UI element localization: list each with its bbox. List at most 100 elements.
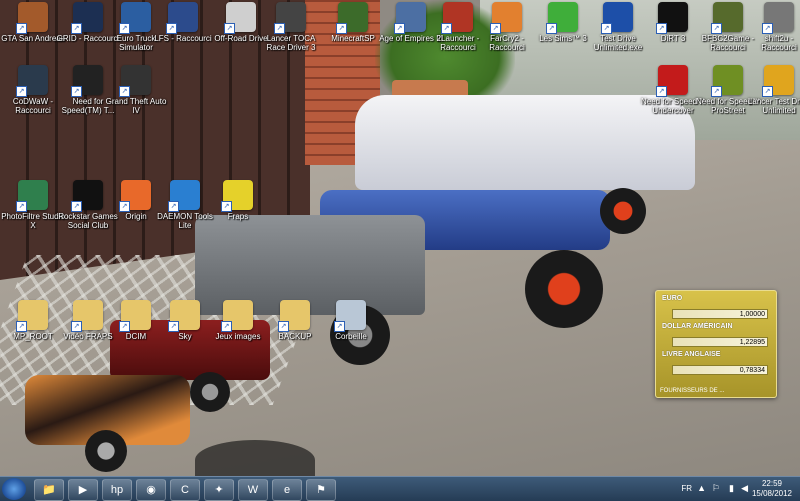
- desktop-icon[interactable]: ↗ Lancer TOCA Race Driver 3: [258, 2, 324, 52]
- shortcut-arrow-icon: ↗: [119, 23, 130, 34]
- currency-gadget[interactable]: EURO 1,00000 DOLLAR AMÉRICAIN 1,22895 LI…: [655, 290, 777, 398]
- network-app-icon[interactable]: ⚑: [306, 479, 336, 501]
- shortcut-icon: ↗: [119, 2, 151, 34]
- currency-name: LIVRE ANGLAISE: [662, 351, 721, 358]
- shortcut-arrow-icon: ↗: [441, 23, 452, 34]
- shortcut-arrow-icon: ↗: [71, 321, 82, 332]
- currency-value[interactable]: 1,00000: [672, 309, 768, 319]
- shortcut-icon: ↗: [441, 2, 473, 34]
- desktop-icon[interactable]: ↗Lancer Test Drive Unlimited: [746, 65, 800, 115]
- shortcut-icon: ↗: [221, 300, 253, 332]
- desktop-icon[interactable]: ↗ Fraps: [205, 180, 271, 221]
- desktop-icon-label: Lancer TOCA Race Driver 3: [266, 34, 316, 52]
- network-icon[interactable]: ▮: [729, 483, 734, 494]
- shortcut-icon: ↗: [16, 65, 48, 97]
- show-hidden-icons-icon[interactable]: ▲: [697, 483, 706, 493]
- desktop-icon[interactable]: ↗ MinecraftSP: [320, 2, 386, 43]
- language-indicator[interactable]: FR: [681, 484, 692, 493]
- currency-row: LIVRE ANGLAISE 0,78334: [662, 351, 770, 375]
- shortcut-arrow-icon: ↗: [71, 201, 82, 212]
- wallpaper-wheel: [525, 250, 603, 328]
- clock-time: 22:59: [761, 479, 782, 488]
- windows-explorer-icon[interactable]: 📁: [34, 479, 64, 501]
- shortcut-arrow-icon: ↗: [119, 86, 130, 97]
- wallpaper-wheel: [190, 372, 230, 412]
- desktop-icon-label: Lancer Test Drive Unlimited: [747, 97, 800, 115]
- shortcut-arrow-icon: ↗: [168, 201, 179, 212]
- shortcut-icon: ↗: [546, 2, 578, 34]
- volume-icon[interactable]: ◀: [741, 483, 748, 494]
- desktop-icon-label: Corbeille: [335, 332, 367, 341]
- shortcut-arrow-icon: ↗: [16, 86, 27, 97]
- shortcut-arrow-icon: ↗: [278, 321, 289, 332]
- desktop-icon[interactable]: ↗ Corbeille: [318, 300, 384, 341]
- shortcut-icon: ↗: [166, 2, 198, 34]
- shortcut-arrow-icon: ↗: [119, 201, 130, 212]
- shortcut-arrow-icon: ↗: [656, 23, 667, 34]
- shortcut-icon: ↗: [119, 180, 151, 212]
- currency-name: EURO: [662, 295, 683, 302]
- shortcut-arrow-icon: ↗: [16, 321, 27, 332]
- media-player-icon[interactable]: ▶: [68, 479, 98, 501]
- shortcut-arrow-icon: ↗: [168, 321, 179, 332]
- shortcut-arrow-icon: ↗: [762, 23, 773, 34]
- shortcut-arrow-icon: ↗: [656, 86, 667, 97]
- shortcut-icon: ↗: [119, 300, 151, 332]
- winrar-icon[interactable]: W: [238, 479, 268, 501]
- shortcut-icon: ↗: [762, 2, 794, 34]
- shortcut-icon: ↗: [71, 2, 103, 34]
- shortcut-icon: ↗: [168, 180, 200, 212]
- shortcut-arrow-icon: ↗: [334, 321, 345, 332]
- action-center-icon[interactable]: ⚐: [712, 483, 720, 494]
- shortcut-arrow-icon: ↗: [119, 321, 130, 332]
- clock[interactable]: 22:59 15/08/2012: [752, 479, 792, 499]
- desktop-icon-label: shift2u - Raccourci: [761, 34, 797, 52]
- shortcut-icon: ↗: [394, 2, 426, 34]
- game-app-icon[interactable]: ✦: [204, 479, 234, 501]
- shortcut-arrow-icon: ↗: [711, 23, 722, 34]
- shortcut-icon: ↗: [168, 300, 200, 332]
- shortcut-arrow-icon: ↗: [224, 23, 235, 34]
- desktop-icon-label: Fraps: [227, 212, 249, 221]
- shortcut-icon: ↗: [71, 65, 103, 97]
- shortcut-icon: ↗: [71, 180, 103, 212]
- eset-icon[interactable]: e: [272, 479, 302, 501]
- desktop-icon[interactable]: ↗ LFS - Raccourci: [150, 2, 216, 43]
- shortcut-arrow-icon: ↗: [221, 201, 232, 212]
- shortcut-arrow-icon: ↗: [221, 321, 232, 332]
- shortcut-icon: ↗: [274, 2, 306, 34]
- shortcut-arrow-icon: ↗: [762, 86, 773, 97]
- clock-date: 15/08/2012: [751, 489, 792, 498]
- shortcut-icon: ↗: [656, 2, 688, 34]
- ccleaner-icon[interactable]: C: [170, 479, 200, 501]
- desktop-icon[interactable]: ↗ shift2u - Raccourci: [746, 2, 800, 52]
- currency-row: DOLLAR AMÉRICAIN 1,22895: [662, 323, 770, 347]
- shortcut-icon: ↗: [71, 300, 103, 332]
- shortcut-icon: ↗: [16, 180, 48, 212]
- desktop-icon[interactable]: ↗ Grand Theft Auto IV: [103, 65, 169, 115]
- shortcut-icon: ↗: [711, 65, 743, 97]
- shortcut-arrow-icon: ↗: [336, 23, 347, 34]
- wallpaper-shadow: [195, 440, 315, 476]
- shortcut-arrow-icon: ↗: [601, 23, 612, 34]
- shortcut-arrow-icon: ↗: [16, 23, 27, 34]
- hp-icon[interactable]: hp: [102, 479, 132, 501]
- currency-value[interactable]: 0,78334: [672, 365, 768, 375]
- currency-name: DOLLAR AMÉRICAIN: [662, 323, 733, 330]
- shortcut-icon: ↗: [16, 2, 48, 34]
- shortcut-icon: ↗: [16, 300, 48, 332]
- start-button[interactable]: [2, 478, 26, 500]
- gadget-footer[interactable]: FOURNISSEURS DE ...: [660, 388, 724, 394]
- shortcut-arrow-icon: ↗: [394, 23, 405, 34]
- shortcut-arrow-icon: ↗: [546, 23, 557, 34]
- wallpaper-wheel: [85, 430, 127, 472]
- shortcut-arrow-icon: ↗: [71, 23, 82, 34]
- shortcut-icon: ↗: [656, 65, 688, 97]
- shortcut-arrow-icon: ↗: [71, 86, 82, 97]
- currency-value[interactable]: 1,22895: [672, 337, 768, 347]
- chrome-icon[interactable]: ◉: [136, 479, 166, 501]
- taskbar: 📁 ▶ hp ◉ C ✦ We ⚑ FR ▲ ⚐ ▮ ◀ 22:59 15/08/2012: [0, 476, 800, 501]
- shortcut-icon: ↗: [221, 180, 253, 212]
- shortcut-arrow-icon: ↗: [490, 23, 501, 34]
- desktop-icon-label: Grand Theft Auto IV: [105, 97, 167, 115]
